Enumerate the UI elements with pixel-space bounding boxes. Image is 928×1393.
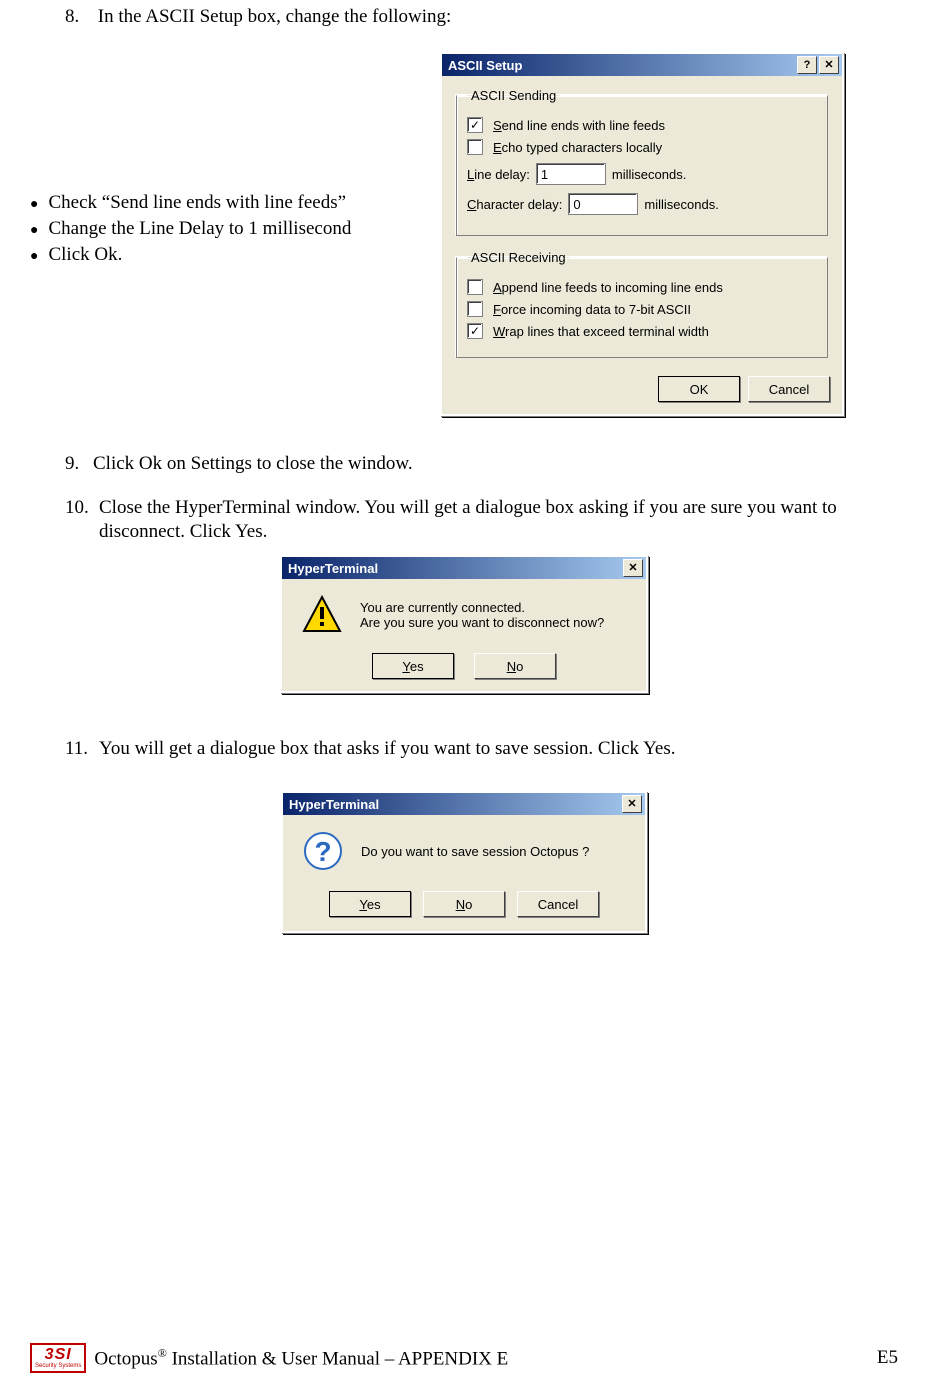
wrap-label: Wrap lines that exceed terminal width [493,324,709,339]
step-8: 8. In the ASCII Setup box, change the fo… [30,6,898,28]
bullet-list: ● Check “Send line ends with line feeds”… [30,52,440,270]
close-button[interactable]: ✕ [622,795,642,813]
ascii-sending-group: ASCII Sending ✓ SSend line ends with lin… [456,88,828,236]
bullet-text: Click Ok. [48,244,122,266]
company-logo: 3SI Security Systems [30,1343,86,1373]
echo-label: Echo typed characters locally [493,140,662,155]
dialog-title: HyperTerminal [289,797,379,812]
bullet-icon: ● [30,223,48,239]
hyperterminal-disconnect-dialog: HyperTerminal ✕ You are currently connec… [280,555,648,693]
bullet-icon: ● [30,197,48,213]
echo-checkbox[interactable] [467,139,483,155]
line-delay-label: Line delay: [467,167,530,182]
line-delay-unit: milliseconds. [612,167,686,182]
step-9-text: Click Ok on Settings to close the window… [93,452,888,476]
bullet-text: Change the Line Delay to 1 millisecond [48,218,351,240]
append-label: Append line feeds to incoming line ends [493,280,723,295]
force-7bit-checkbox[interactable] [467,301,483,317]
dialog-message-line2: Are you sure you want to disconnect now? [360,615,604,630]
append-line-feeds-checkbox[interactable] [467,279,483,295]
hyperterminal-save-dialog: HyperTerminal ✕ ? Do you want to save se… [281,791,647,933]
dialog-titlebar: ASCII Setup ? ✕ [442,54,842,76]
cancel-button[interactable]: Cancel [748,376,830,402]
force-label: Force incoming data to 7-bit ASCII [493,302,691,317]
bullet-item: ● Check “Send line ends with line feeds” [30,192,440,214]
no-button[interactable]: No [474,653,556,679]
bullet-text: Check “Send line ends with line feeds” [48,192,346,214]
bullet-item: ● Change the Line Delay to 1 millisecond [30,218,440,240]
char-delay-label: Character delay: [467,197,562,212]
step-8-number: 8. [65,6,93,28]
group-label: ASCII Receiving [467,250,570,265]
dialog-message-line1: You are currently connected. [360,600,604,615]
step-10: 10. Close the HyperTerminal window. You … [30,496,898,544]
dialog-titlebar: HyperTerminal ✕ [283,793,645,815]
send-line-ends-checkbox[interactable]: ✓ [467,117,483,133]
question-icon: ? [303,831,343,871]
ok-button[interactable]: OK [658,376,740,402]
line-delay-input[interactable] [536,163,606,185]
page-footer: 3SI Security Systems Octopus® Installati… [30,1343,898,1373]
bullet-item: ● Click Ok. [30,244,440,266]
cancel-button[interactable]: Cancel [517,891,599,917]
no-button[interactable]: No [423,891,505,917]
dialog-titlebar: HyperTerminal ✕ [282,557,646,579]
wrap-lines-checkbox[interactable]: ✓ [467,323,483,339]
step-11-text: You will get a dialogue box that asks if… [99,737,888,761]
dialog-title: ASCII Setup [448,58,522,73]
bullet-icon: ● [30,249,48,265]
svg-text:?: ? [314,836,331,867]
step-11-number: 11. [65,737,99,761]
group-label: ASCII Sending [467,88,560,103]
dialog-title: HyperTerminal [288,561,378,576]
step-9: 9. Click Ok on Settings to close the win… [30,452,898,476]
close-button[interactable]: ✕ [623,559,643,577]
step-8-text: In the ASCII Setup box, change the follo… [98,6,452,27]
char-delay-input[interactable] [568,193,638,215]
step-10-number: 10. [65,496,99,544]
step-11: 11. You will get a dialogue box that ask… [30,737,898,761]
yes-button[interactable]: Yes [372,653,454,679]
dialog-message: Do you want to save session Octopus ? [361,844,589,859]
step-9-number: 9. [65,452,93,476]
ascii-setup-dialog: ASCII Setup ? ✕ ASCII Sending ✓ SSend li… [440,52,844,416]
close-button[interactable]: ✕ [819,56,839,74]
step-10-text: Close the HyperTerminal window. You will… [99,496,888,544]
ascii-receiving-group: ASCII Receiving Append line feeds to inc… [456,250,828,358]
page-number: E5 [877,1347,898,1369]
yes-button[interactable]: Yes [329,891,411,917]
dialog-message: You are currently connected. Are you sur… [360,600,604,630]
warning-icon [302,595,342,635]
send-line-ends-label: SSend line ends with line feedsend line … [493,118,665,133]
char-delay-unit: milliseconds. [644,197,718,212]
help-button[interactable]: ? [797,56,817,74]
footer-title: Octopus® Installation & User Manual – AP… [94,1346,508,1370]
